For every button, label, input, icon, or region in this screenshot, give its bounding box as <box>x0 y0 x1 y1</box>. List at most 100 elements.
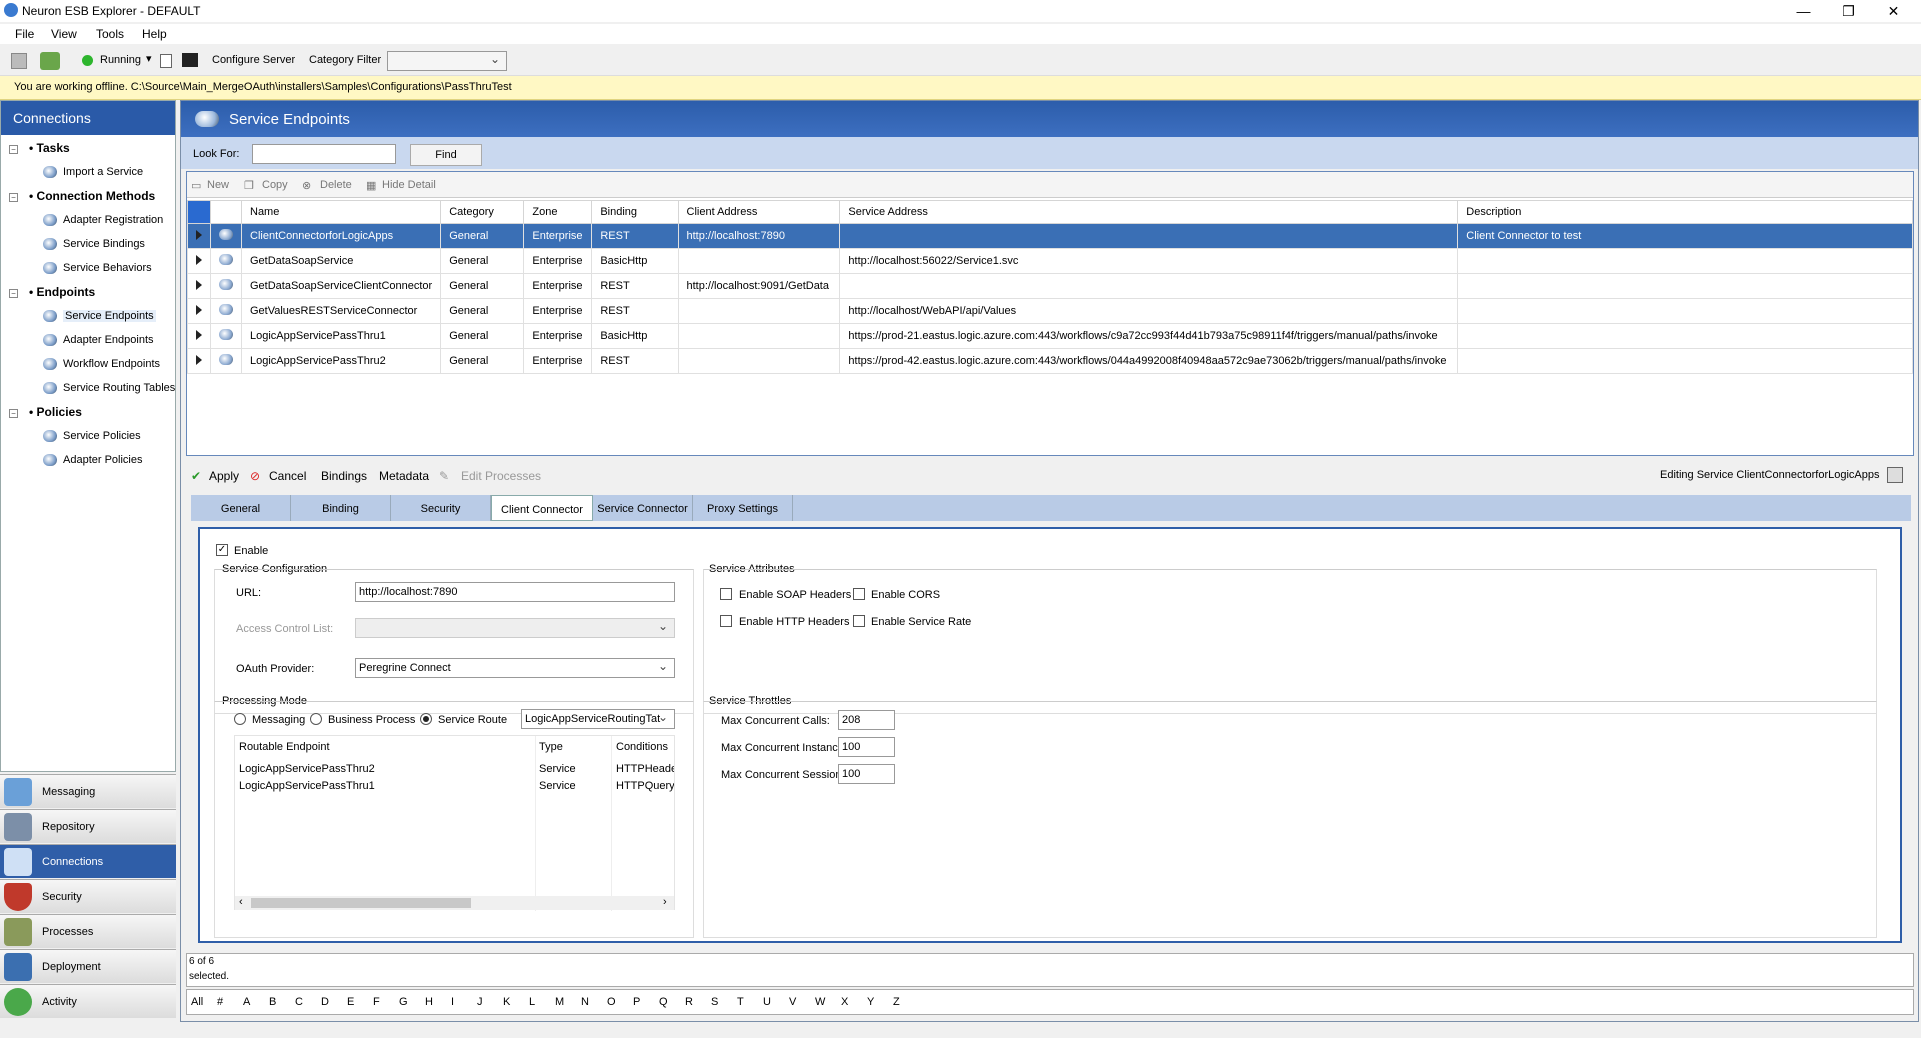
tree-section-policies[interactable]: • Policies <box>29 405 82 419</box>
menu-help[interactable]: Help <box>142 27 167 41</box>
cell-category[interactable]: General <box>440 248 525 274</box>
expand-arrow-icon[interactable] <box>196 304 202 315</box>
maximize-detail-icon[interactable] <box>1887 467 1903 483</box>
alpha-filter-e[interactable]: E <box>347 996 354 1008</box>
cell-service-address[interactable]: https://prod-21.eastus.logic.azure.com:4… <box>839 323 1459 349</box>
column-header-name[interactable]: Name <box>240 200 442 224</box>
alpha-filter-l[interactable]: L <box>529 996 535 1008</box>
column-header-client-address[interactable]: Client Address <box>677 200 841 224</box>
cell-zone[interactable]: Enterprise <box>523 298 593 324</box>
collapse-icon[interactable]: − <box>9 409 18 418</box>
max-instances-input[interactable]: 100 <box>838 737 895 757</box>
alpha-filter-z[interactable]: Z <box>893 996 900 1008</box>
connect-icon[interactable] <box>40 52 60 70</box>
horizontal-scrollbar[interactable]: ‹ › <box>235 896 674 910</box>
route-cell-type[interactable]: Service <box>539 780 576 792</box>
alpha-filter-hash[interactable]: # <box>217 996 223 1008</box>
expand-arrow-icon[interactable] <box>196 354 202 365</box>
cell-service-address[interactable]: http://localhost/WebAPI/api/Values <box>839 298 1459 324</box>
cell-category[interactable]: General <box>440 223 525 249</box>
table-row[interactable]: LogicAppServicePassThru1 General Enterpr… <box>187 323 1913 349</box>
row-expander[interactable] <box>187 323 211 349</box>
select-all-cell[interactable] <box>187 200 211 224</box>
cell-name[interactable]: LogicAppServicePassThru1 <box>240 323 442 349</box>
http-headers-checkbox[interactable] <box>720 615 732 627</box>
alpha-filter-y[interactable]: Y <box>867 996 874 1008</box>
cell-service-address[interactable] <box>839 223 1459 249</box>
cell-service-address[interactable]: https://prod-42.eastus.logic.azure.com:4… <box>839 348 1459 374</box>
nav-processes[interactable]: Processes <box>0 914 176 948</box>
table-row[interactable]: GetValuesRESTServiceConnector General En… <box>187 298 1913 324</box>
alpha-filter-b[interactable]: B <box>269 996 276 1008</box>
column-header-category[interactable]: Category <box>440 200 525 224</box>
alpha-filter-k[interactable]: K <box>503 996 510 1008</box>
expand-arrow-icon[interactable] <box>196 279 202 290</box>
metadata-button[interactable]: Metadata <box>379 469 429 483</box>
category-filter-select[interactable] <box>387 51 507 71</box>
expand-arrow-icon[interactable] <box>196 329 202 340</box>
tree-item-workflow-endpoints[interactable]: Workflow Endpoints <box>63 358 160 370</box>
running-status[interactable]: Running <box>100 54 141 66</box>
alpha-filter-p[interactable]: P <box>633 996 640 1008</box>
save-icon[interactable] <box>11 53 27 69</box>
cell-name[interactable]: GetDataSoapService <box>240 248 442 274</box>
soap-headers-checkbox[interactable] <box>720 588 732 600</box>
menu-tools[interactable]: Tools <box>96 27 124 41</box>
cell-zone[interactable]: Enterprise <box>523 248 593 274</box>
minimize-icon[interactable]: — <box>1781 0 1826 22</box>
new-button[interactable]: New <box>207 179 229 191</box>
delete-button[interactable]: Delete <box>320 179 352 191</box>
cell-name[interactable]: ClientConnectorforLogicApps <box>240 223 442 249</box>
bindings-button[interactable]: Bindings <box>321 469 367 483</box>
row-expander[interactable] <box>187 273 211 299</box>
collapse-icon[interactable]: − <box>9 145 18 154</box>
cell-description[interactable] <box>1457 323 1913 349</box>
cell-client-address[interactable] <box>677 323 841 349</box>
scroll-thumb[interactable] <box>251 898 471 908</box>
tree-item-service-policies[interactable]: Service Policies <box>63 430 141 442</box>
search-input[interactable] <box>252 144 396 164</box>
cell-zone[interactable]: Enterprise <box>523 323 593 349</box>
cell-name[interactable]: GetDataSoapServiceClientConnector <box>240 273 442 299</box>
tab-binding[interactable]: Binding <box>291 495 391 521</box>
oauth-select[interactable]: Peregrine Connect <box>355 658 675 678</box>
row-expander[interactable] <box>187 223 211 249</box>
route-cell-type[interactable]: Service <box>539 763 576 775</box>
row-expander[interactable] <box>187 248 211 274</box>
nav-security[interactable]: Security <box>0 879 176 913</box>
max-sessions-input[interactable]: 100 <box>838 764 895 784</box>
alpha-filter-n[interactable]: N <box>581 996 589 1008</box>
column-header-description[interactable]: Description <box>1457 200 1913 224</box>
close-icon[interactable]: ✕ <box>1871 0 1916 22</box>
tab-proxy-settings[interactable]: Proxy Settings <box>693 495 793 521</box>
configure-server-button[interactable]: Configure Server <box>212 54 295 66</box>
hide-detail-button[interactable]: Hide Detail <box>382 179 436 191</box>
route-cell-endpoint[interactable]: LogicAppServicePassThru1 <box>239 780 375 792</box>
apply-button[interactable]: Apply <box>209 469 239 483</box>
scroll-right-icon[interactable]: › <box>663 896 667 908</box>
expand-arrow-icon[interactable] <box>196 229 202 240</box>
alpha-filter-d[interactable]: D <box>321 996 329 1008</box>
tree-item-adapter-endpoints[interactable]: Adapter Endpoints <box>63 334 154 346</box>
tree-section-tasks[interactable]: • Tasks <box>29 141 70 155</box>
tree-item-service-endpoints[interactable]: Service Endpoints <box>63 310 156 322</box>
alpha-filter-i[interactable]: I <box>451 996 454 1008</box>
cell-zone[interactable]: Enterprise <box>523 223 593 249</box>
cell-description[interactable]: Client Connector to test <box>1457 223 1913 249</box>
tree-section-endpoints[interactable]: • Endpoints <box>29 285 95 299</box>
tree-item-adapter-policies[interactable]: Adapter Policies <box>63 454 143 466</box>
cell-binding[interactable]: BasicHttp <box>591 323 679 349</box>
cell-client-address[interactable] <box>677 298 841 324</box>
find-button[interactable]: Find <box>410 144 482 166</box>
alpha-filter-q[interactable]: Q <box>659 996 668 1008</box>
route-cell-endpoint[interactable]: LogicAppServicePassThru2 <box>239 763 375 775</box>
table-row[interactable]: GetDataSoapServiceClientConnector Genera… <box>187 273 1913 299</box>
cell-category[interactable]: General <box>440 323 525 349</box>
nav-deployment[interactable]: Deployment <box>0 949 176 983</box>
alpha-filter-w[interactable]: W <box>815 996 825 1008</box>
collapse-icon[interactable]: − <box>9 193 18 202</box>
table-row[interactable]: ClientConnectorforLogicApps General Ente… <box>187 223 1913 249</box>
route-cell-conditions[interactable]: HTTPHeader <box>616 763 674 775</box>
alpha-filter-m[interactable]: M <box>555 996 564 1008</box>
table-row[interactable]: GetDataSoapService General Enterprise Ba… <box>187 248 1913 274</box>
